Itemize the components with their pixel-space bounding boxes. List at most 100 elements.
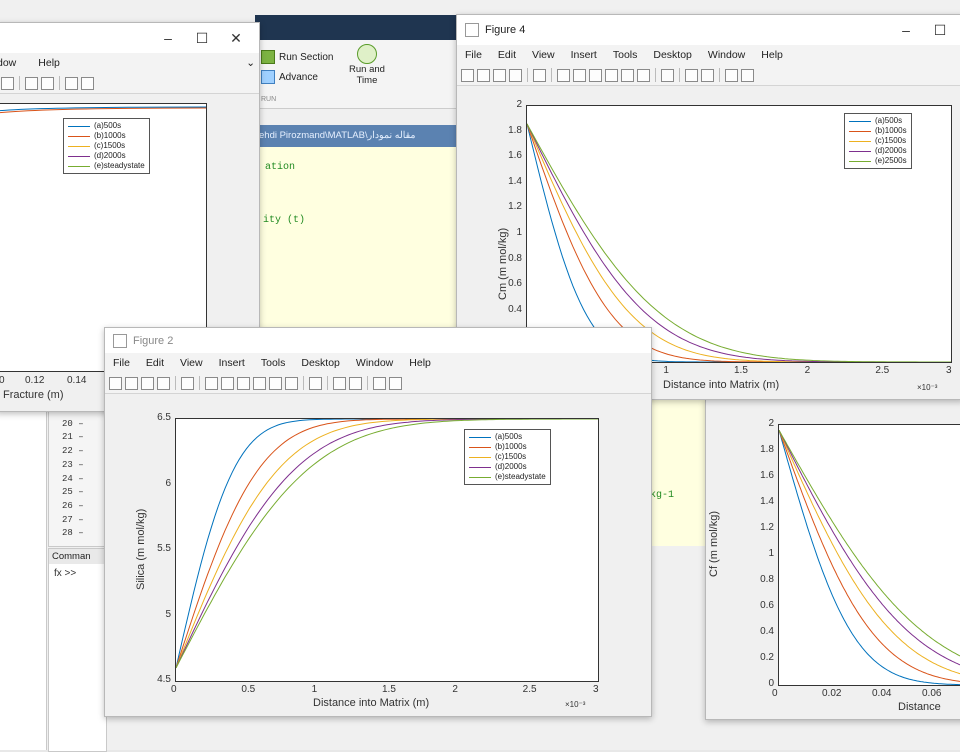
- menu-insert[interactable]: Insert: [571, 49, 597, 61]
- line-number: 20 –: [62, 418, 84, 429]
- menu-overflow-icon[interactable]: ⌄: [246, 57, 255, 69]
- right-x-label: Distance: [898, 701, 941, 713]
- plot-tools-hide-icon[interactable]: [65, 76, 78, 90]
- link-icon[interactable]: [661, 68, 674, 82]
- menu-tools[interactable]: Tools: [261, 357, 286, 369]
- menu-window[interactable]: dow: [0, 57, 16, 69]
- advance-label: Advance: [279, 71, 318, 83]
- toolbar-separator: [551, 68, 552, 82]
- legend-icon[interactable]: [701, 68, 714, 82]
- brush-icon[interactable]: [285, 376, 298, 390]
- rotate-icon[interactable]: [1, 76, 14, 90]
- menu-edit[interactable]: Edit: [146, 357, 164, 369]
- brush-icon[interactable]: [637, 68, 650, 82]
- menu-help[interactable]: Help: [409, 357, 431, 369]
- save-icon[interactable]: [141, 376, 154, 390]
- command-prompt[interactable]: fx >>: [49, 564, 106, 583]
- figure-window-right[interactable]: 0 0.2 0.4 0.6 0.8 1 1.2 1.4 1.6 1.8 2 0 0.02 0.04 0.0…: [705, 398, 960, 720]
- plot-tools-show-icon[interactable]: [389, 376, 402, 390]
- print-icon[interactable]: [157, 376, 170, 390]
- legend-icon[interactable]: [349, 376, 362, 390]
- maximize-button[interactable]: ☐: [185, 30, 219, 47]
- zoom-out-icon[interactable]: [573, 68, 586, 82]
- figure-4-legend[interactable]: (a)500s (b)1000s (c)1500s (d)2000s (e)2500s: [844, 113, 912, 169]
- rotate-icon[interactable]: [253, 376, 266, 390]
- legend-swatch: [469, 476, 491, 478]
- minimize-button[interactable]: –: [151, 30, 185, 46]
- run-section-button[interactable]: Run Section: [261, 50, 333, 64]
- colorbar-icon[interactable]: [333, 376, 346, 390]
- command-window[interactable]: Comman fx >>: [48, 548, 107, 752]
- menu-desktop[interactable]: Desktop: [301, 357, 340, 369]
- figure-2-titlebar[interactable]: Figure 2: [105, 328, 651, 353]
- zoom-out-icon[interactable]: [221, 376, 234, 390]
- new-figure-icon[interactable]: [461, 68, 474, 82]
- figure-left-legend[interactable]: (a)500s (b)1000s (c)1500s (d)2000s (e)steady…: [63, 118, 150, 174]
- menu-help[interactable]: Help: [38, 57, 60, 69]
- figure-4-titlebar[interactable]: Figure 4 – ☐: [457, 15, 960, 45]
- figure-2-legend[interactable]: (a)500s (b)1000s (c)1500s (d)2000s (e)steady…: [464, 429, 551, 485]
- menu-tools[interactable]: Tools: [613, 49, 638, 61]
- new-figure-icon[interactable]: [109, 376, 122, 390]
- minimize-button[interactable]: –: [889, 22, 923, 38]
- print-icon[interactable]: [509, 68, 522, 82]
- current-folder-path[interactable]: ehdi Pirozmand\MATLAB\مقاله نمودار: [255, 125, 469, 147]
- curve-c: [779, 429, 960, 675]
- figure-right-y-tick: 0: [768, 678, 774, 689]
- figure-2-axes[interactable]: (a)500s (b)1000s (c)1500s (d)2000s (e)steady…: [175, 418, 599, 682]
- plot-tools-hide-icon[interactable]: [725, 68, 738, 82]
- run-and-time-button[interactable]: Run and Time: [343, 44, 391, 86]
- save-icon[interactable]: [493, 68, 506, 82]
- menu-insert[interactable]: Insert: [219, 357, 245, 369]
- menu-desktop[interactable]: Desktop: [653, 49, 692, 61]
- menu-file[interactable]: File: [465, 49, 482, 61]
- data-cursor-icon[interactable]: [621, 68, 634, 82]
- legend-entry: (d)2000s: [469, 462, 546, 472]
- plot-tools-hide-icon[interactable]: [373, 376, 386, 390]
- figure-2-window[interactable]: Figure 2 File Edit View Insert Tools Desktop W…: [104, 327, 652, 717]
- figure-4-axes[interactable]: (a)500s (b)1000s (c)1500s (d)2000s (e)2500s: [526, 105, 952, 363]
- menu-file[interactable]: File: [113, 357, 130, 369]
- menu-edit[interactable]: Edit: [498, 49, 516, 61]
- legend-icon[interactable]: [41, 76, 54, 90]
- menu-window[interactable]: Window: [708, 49, 745, 61]
- plot-tools-show-icon[interactable]: [741, 68, 754, 82]
- right-y-label: Cf (m mol/kg): [708, 511, 720, 577]
- legend-label: (b)1000s: [875, 126, 907, 135]
- zoom-in-icon[interactable]: [557, 68, 570, 82]
- pan-icon[interactable]: [589, 68, 602, 82]
- pointer-icon[interactable]: [181, 376, 194, 390]
- legend-label: (d)2000s: [94, 151, 126, 160]
- colorbar-icon[interactable]: [685, 68, 698, 82]
- figure-4-x-tick: 1.5: [734, 365, 748, 376]
- maximize-button[interactable]: ☐: [923, 22, 957, 39]
- menu-view[interactable]: View: [532, 49, 555, 61]
- menu-help[interactable]: Help: [761, 49, 783, 61]
- rotate-icon[interactable]: [605, 68, 618, 82]
- figure-right-axes[interactable]: [778, 424, 960, 686]
- matlab-figure-icon: [465, 23, 479, 37]
- figure-left-titlebar[interactable]: – ☐ ✕: [0, 23, 259, 53]
- code-line-2: ity (t): [263, 215, 306, 226]
- legend-entry: (b)1000s: [469, 442, 546, 452]
- pointer-icon[interactable]: [533, 68, 546, 82]
- editor-pane[interactable]: [255, 147, 465, 347]
- pan-icon[interactable]: [237, 376, 250, 390]
- editor-pane-lower[interactable]: [648, 396, 706, 546]
- legend-swatch: [849, 140, 871, 142]
- legend-entry: (a)500s: [849, 116, 907, 126]
- open-file-icon[interactable]: [477, 68, 490, 82]
- link-icon[interactable]: [309, 376, 322, 390]
- menu-view[interactable]: View: [180, 357, 203, 369]
- zoom-in-icon[interactable]: [205, 376, 218, 390]
- menu-window[interactable]: Window: [356, 357, 393, 369]
- figure-4-x-tick: 2: [804, 365, 811, 376]
- data-cursor-icon[interactable]: [269, 376, 282, 390]
- close-button[interactable]: ✕: [219, 30, 253, 47]
- matlab-figure-icon: [113, 333, 127, 348]
- advance-button[interactable]: Advance: [261, 70, 318, 84]
- open-file-icon[interactable]: [125, 376, 138, 390]
- plot-tools-show-icon[interactable]: [81, 76, 94, 90]
- advance-icon: [261, 70, 275, 84]
- colorbar-icon[interactable]: [25, 76, 38, 90]
